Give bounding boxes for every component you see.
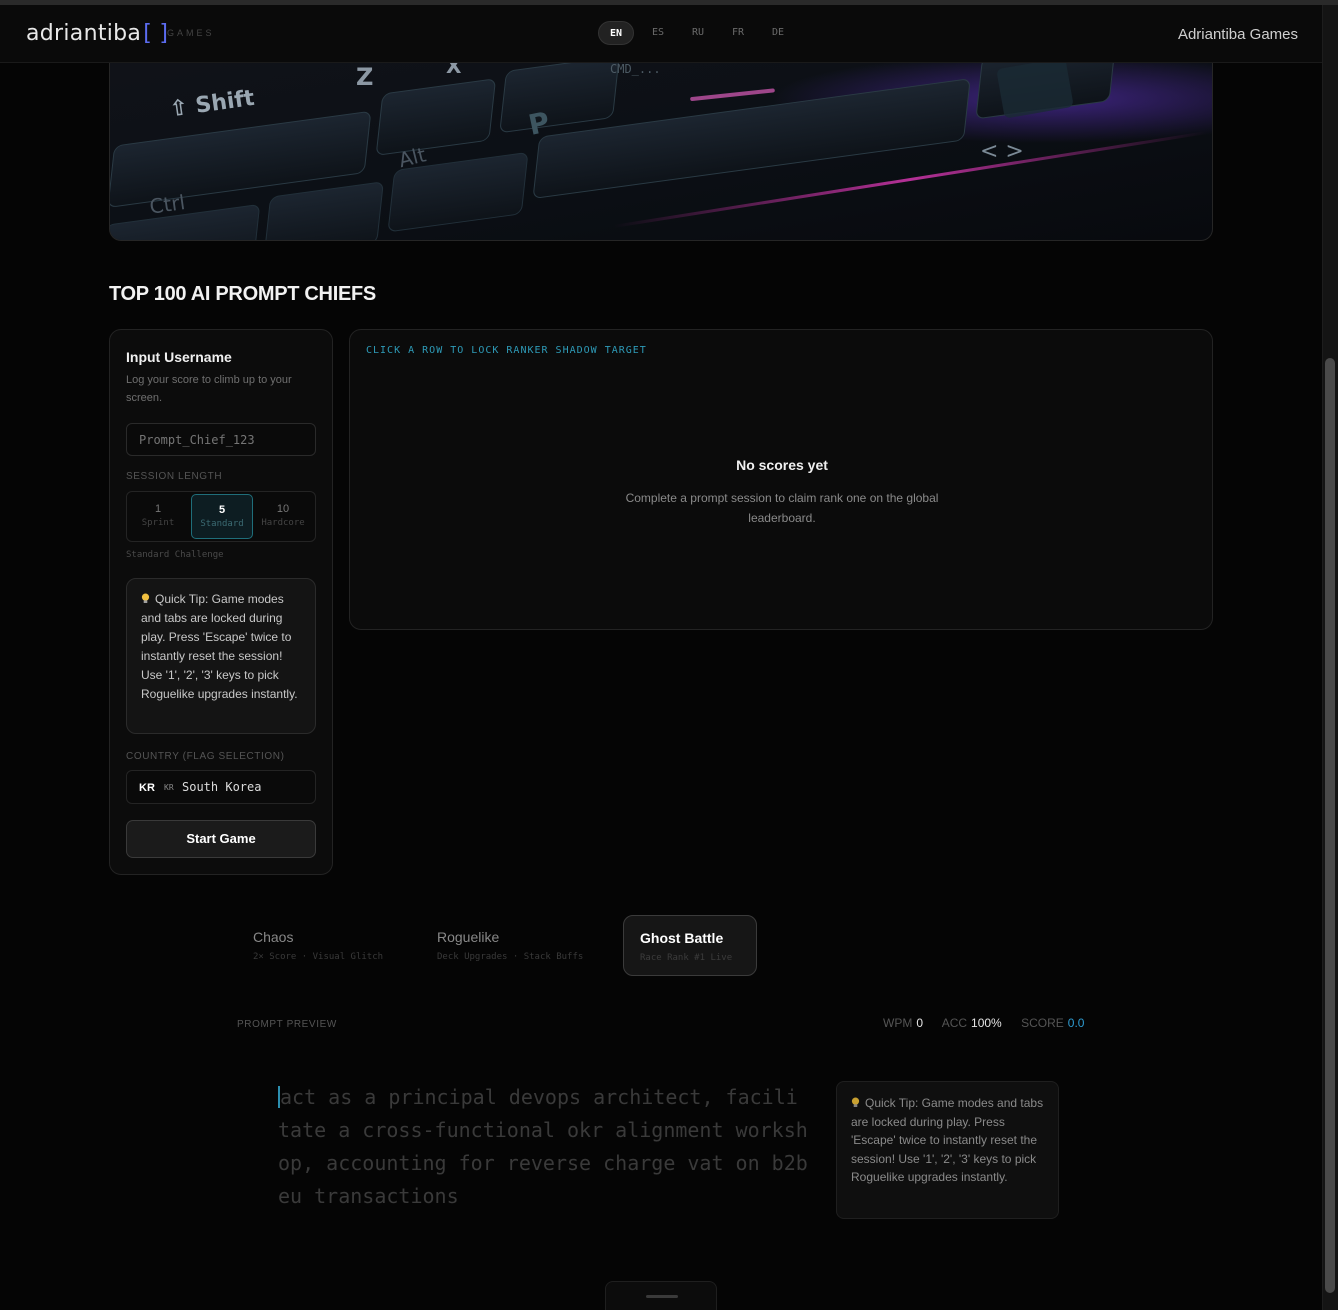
session-option-standard[interactable]: 5 Standard bbox=[191, 494, 253, 539]
key-label-x: X bbox=[446, 63, 462, 78]
hero-keyboard-image: ⇧ Shift Z X Ctrl Alt P < > CMD_... bbox=[109, 63, 1213, 241]
session-option-sprint[interactable]: 1 Sprint bbox=[127, 492, 189, 541]
page-scrollbar-thumb[interactable] bbox=[1325, 358, 1335, 1293]
key-label-ctrl: Ctrl bbox=[148, 190, 187, 219]
wpm-label: WPM bbox=[883, 1016, 913, 1030]
leaderboard-title: TOP 100 AI PROMPT CHIEFS bbox=[109, 283, 376, 305]
country-label: COUNTRY (FLAG SELECTION) bbox=[126, 751, 285, 762]
preview-tip-text: Quick Tip: Game modes and tabs are locke… bbox=[851, 1096, 1044, 1184]
tab-title: Ghost Battle bbox=[640, 930, 724, 946]
tab-title: Roguelike bbox=[437, 929, 500, 945]
logo-bracket: [ ] bbox=[143, 21, 169, 46]
lightbulb-icon bbox=[141, 593, 150, 603]
tab-subtitle: Race Rank #1 Live bbox=[640, 953, 733, 963]
tab-chaos[interactable]: Chaos 2× Score · Visual Glitch bbox=[237, 915, 417, 976]
session-option-label: Sprint bbox=[141, 518, 175, 528]
tab-title: Chaos bbox=[253, 929, 294, 945]
flag-icon: KR bbox=[139, 782, 155, 794]
session-option-number: 1 bbox=[154, 503, 162, 515]
site-header: adriantiba[ ] GAMES EN ES RU FR DE Adria… bbox=[0, 5, 1322, 63]
quick-tip-box: Quick Tip: Game modes and tabs are locke… bbox=[126, 578, 316, 734]
panel-description: Log your score to climb up to your scree… bbox=[126, 374, 292, 404]
bottom-drawer-handle[interactable] bbox=[605, 1281, 717, 1310]
score-label: SCORE bbox=[1021, 1016, 1064, 1030]
score-value: 0.0 bbox=[1067, 1016, 1085, 1030]
session-length-label: SESSION LENGTH bbox=[126, 471, 223, 482]
lang-ru[interactable]: RU bbox=[678, 21, 718, 45]
empty-state-title: No scores yet bbox=[736, 457, 828, 473]
lightbulb-icon bbox=[851, 1097, 860, 1107]
prompt-remaining-text: ct as a principal devops architect, faci… bbox=[278, 1085, 808, 1208]
session-option-label: Hardcore bbox=[261, 518, 305, 528]
country-select[interactable]: KR KR South Korea bbox=[126, 770, 316, 804]
tab-roguelike[interactable]: Roguelike Deck Upgrades · Stack Buffs bbox=[421, 915, 617, 976]
session-caption: Standard Challenge bbox=[126, 550, 224, 560]
acc-value: 100% bbox=[971, 1016, 1002, 1030]
leaderboard-hint: CLICK A ROW TO LOCK RANKER SHADOW TARGET bbox=[366, 345, 647, 356]
key-label-arrows: < > bbox=[980, 139, 1024, 164]
tab-subtitle: Deck Upgrades · Stack Buffs bbox=[437, 952, 584, 962]
keyboard-illustration: ⇧ Shift Z X Ctrl Alt P < > CMD_... bbox=[110, 63, 1212, 240]
username-panel: Input Username Log your score to climb u… bbox=[109, 329, 333, 875]
preview-quick-tip-box: Quick Tip: Game modes and tabs are locke… bbox=[836, 1081, 1059, 1219]
panel-title: Input Username bbox=[126, 349, 232, 365]
site-logo[interactable]: adriantiba[ ] bbox=[26, 21, 168, 46]
lang-en[interactable]: EN bbox=[598, 21, 634, 45]
session-option-number: 10 bbox=[276, 503, 290, 515]
prompt-text-area[interactable]: act as a principal devops architect, fac… bbox=[278, 1081, 808, 1213]
country-code: KR bbox=[164, 783, 174, 792]
acc-label: ACC bbox=[941, 1016, 968, 1030]
prompt-current-char: a bbox=[280, 1085, 293, 1109]
session-length-selector: 1 Sprint 5 Standard 10 Hardcore bbox=[126, 491, 316, 542]
country-name: South Korea bbox=[182, 780, 262, 794]
drawer-grip-icon bbox=[646, 1295, 678, 1298]
empty-state-description: Complete a prompt session to claim rank … bbox=[625, 491, 939, 525]
key-label-cmd: CMD_... bbox=[610, 63, 661, 76]
session-option-hardcore[interactable]: 10 Hardcore bbox=[252, 492, 314, 541]
session-option-number: 5 bbox=[218, 504, 226, 516]
prompt-preview-label: PROMPT PREVIEW bbox=[237, 1019, 337, 1030]
lang-fr[interactable]: FR bbox=[718, 21, 758, 45]
wpm-value: 0 bbox=[916, 1016, 924, 1030]
username-input[interactable] bbox=[126, 423, 316, 456]
quick-tip-text: Quick Tip: Game modes and tabs are locke… bbox=[141, 592, 298, 701]
logo-text: adriantiba bbox=[26, 21, 142, 46]
session-option-label: Standard bbox=[200, 519, 244, 529]
leaderboard-table: CLICK A ROW TO LOCK RANKER SHADOW TARGET… bbox=[349, 329, 1213, 630]
tab-subtitle: 2× Score · Visual Glitch bbox=[253, 952, 384, 962]
logo-subtitle: GAMES bbox=[167, 28, 215, 38]
key-label-z: Z bbox=[356, 63, 373, 91]
language-switcher: EN ES RU FR DE bbox=[598, 21, 798, 45]
tab-ghost-battle[interactable]: Ghost Battle Race Rank #1 Live bbox=[623, 915, 757, 976]
stats-bar: WPM 0 ACC 100% SCORE 0.0 bbox=[883, 1016, 1084, 1030]
lang-de[interactable]: DE bbox=[758, 21, 798, 45]
lang-es[interactable]: ES bbox=[638, 21, 678, 45]
brand-link[interactable]: Adriantiba Games bbox=[1178, 26, 1298, 43]
start-game-button[interactable]: Start Game bbox=[126, 820, 316, 858]
